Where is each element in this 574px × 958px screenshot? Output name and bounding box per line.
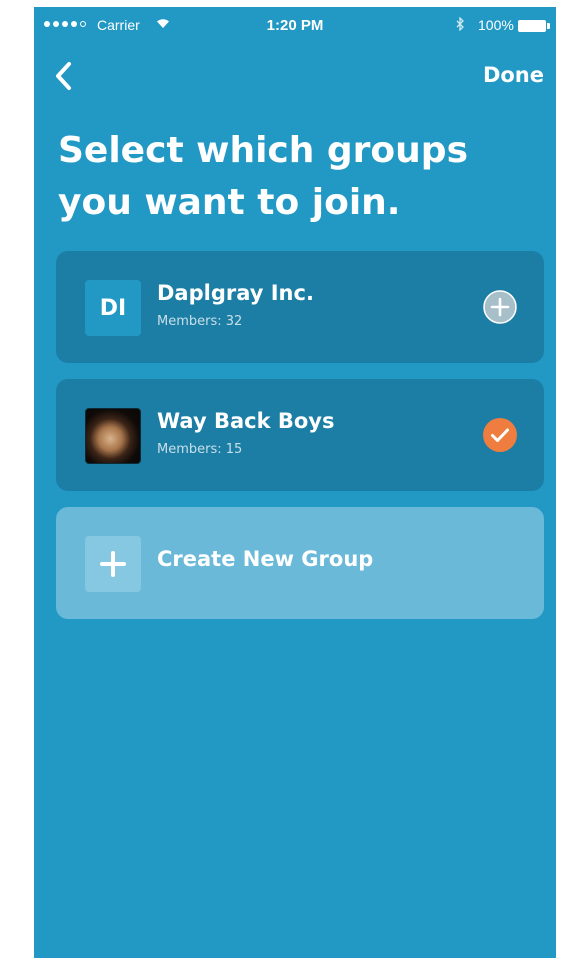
check-circle-icon xyxy=(483,418,517,452)
group-name: Daplgray Inc. xyxy=(157,281,314,305)
plus-circle-icon xyxy=(483,290,517,324)
group-members-count: Members: 15 xyxy=(157,442,243,457)
battery-percentage: 100% xyxy=(478,17,514,33)
bluetooth-icon xyxy=(456,16,465,34)
battery-icon xyxy=(518,20,550,32)
plus-icon xyxy=(85,536,141,592)
create-group-label: Create New Group xyxy=(157,547,374,571)
done-button[interactable]: Done xyxy=(483,63,544,87)
group-avatar-image xyxy=(85,408,141,464)
group-card-way-back-boys[interactable]: Way Back Boys Members: 15 xyxy=(56,379,544,491)
status-bar: Carrier 1:20 PM 100% xyxy=(34,7,556,47)
join-group-button[interactable] xyxy=(483,290,517,324)
page-title: Select which groups you want to join. xyxy=(58,130,468,223)
phone-screen: Carrier 1:20 PM 100% Done Select which g… xyxy=(31,4,559,958)
back-button[interactable] xyxy=(52,59,82,93)
create-new-group-button[interactable]: Create New Group xyxy=(56,507,544,619)
selected-group-toggle[interactable] xyxy=(483,418,517,452)
chevron-left-icon xyxy=(56,62,71,90)
group-avatar: DI xyxy=(85,280,141,336)
group-card-daplgray[interactable]: DI Daplgray Inc. Members: 32 xyxy=(56,251,544,363)
group-name: Way Back Boys xyxy=(157,409,335,433)
group-members-count: Members: 32 xyxy=(157,314,243,329)
